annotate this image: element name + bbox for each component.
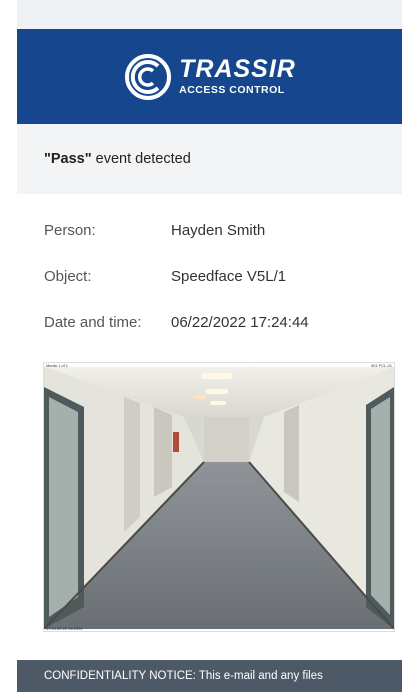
event-name: "Pass" <box>44 151 92 167</box>
detail-value: Hayden Smith <box>171 222 266 239</box>
event-bar: "Pass" event detected <box>17 124 402 194</box>
snapshot-caption-bottom: 17:24:44 22.06.2022 <box>46 626 83 631</box>
brand-text: TRASSIR ACCESS CONTROL <box>179 57 296 96</box>
trassir-logo: TRASSIR ACCESS CONTROL <box>123 52 296 102</box>
detail-row-person: Person: Hayden Smith <box>44 222 402 268</box>
camera-snapshot: Media 1 of 1 001 FCL-21 17:24:44 22.06.2… <box>43 362 395 632</box>
detail-label: Object: <box>44 268 92 285</box>
event-details: Person: Hayden Smith Object: Speedface V… <box>44 222 402 360</box>
email-page: TRASSIR ACCESS CONTROL "Pass" event dete… <box>0 0 402 692</box>
brand-name: TRASSIR <box>179 55 296 84</box>
detail-value: 06/22/2022 17:24:44 <box>171 314 309 331</box>
confidentiality-notice: CONFIDENTIALITY NOTICE: This e-mail and … <box>44 670 323 682</box>
detail-label: Person: <box>44 222 96 239</box>
trassir-logo-icon <box>123 52 173 102</box>
brand-sub: ACCESS CONTROL <box>179 84 285 97</box>
top-strip <box>17 0 402 29</box>
detail-label: Date and time: <box>44 314 142 331</box>
email-header: TRASSIR ACCESS CONTROL <box>17 29 402 124</box>
detail-value: Speedface V5L/1 <box>171 268 287 285</box>
confidentiality-footer: CONFIDENTIALITY NOTICE: This e-mail and … <box>17 660 402 692</box>
detail-row-datetime: Date and time: 06/22/2022 17:24:44 <box>44 314 402 360</box>
event-suffix: event detected <box>91 151 191 167</box>
detail-row-object: Object: Speedface V5L/1 <box>44 268 402 314</box>
hallway-image <box>44 367 394 629</box>
event-message: "Pass" event detected <box>44 151 191 167</box>
